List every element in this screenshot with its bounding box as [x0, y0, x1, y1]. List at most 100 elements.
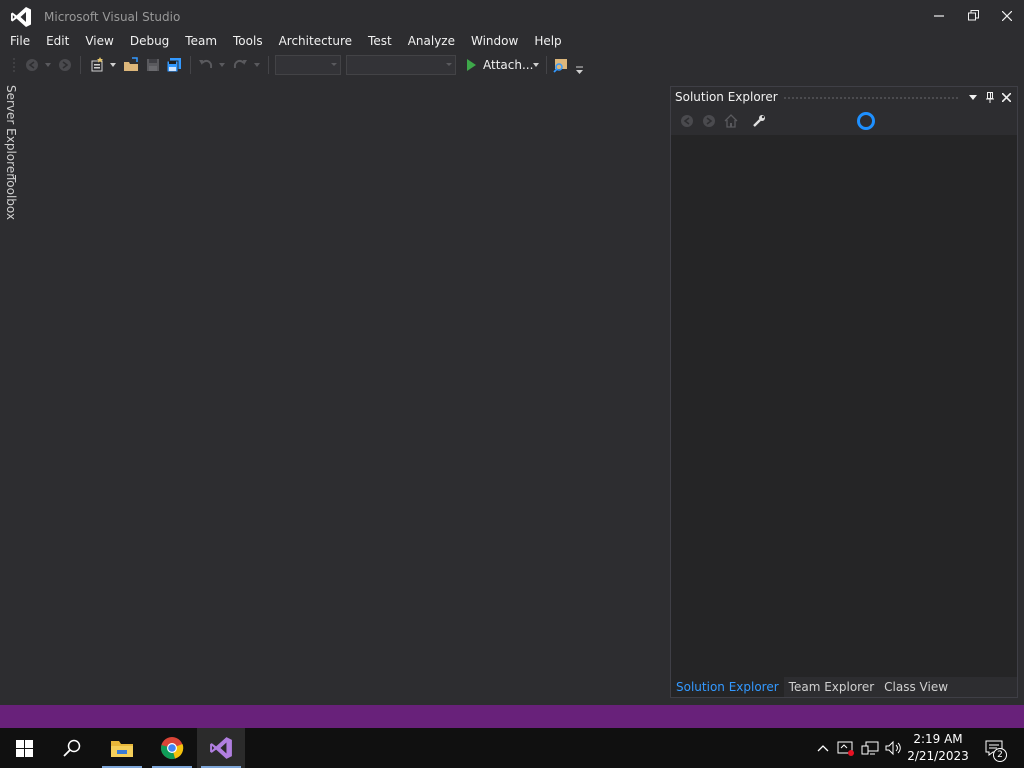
- home-icon: [724, 114, 738, 128]
- se-back-button[interactable]: [679, 113, 695, 129]
- tray-volume[interactable]: [884, 728, 904, 768]
- taskbar-visual-studio[interactable]: [197, 728, 245, 768]
- file-explorer-icon: [111, 741, 133, 757]
- solution-explorer-toolbar: [671, 107, 1017, 135]
- network-icon: [861, 741, 879, 755]
- server-explorer-tab[interactable]: Server Explorer: [4, 85, 18, 178]
- navigate-forward-button[interactable]: [57, 56, 73, 74]
- panel-drag-grip[interactable]: [783, 96, 959, 100]
- windows-start-icon: [15, 739, 33, 757]
- solution-explorer-tree[interactable]: [671, 135, 1017, 677]
- auto-hide-button[interactable]: [982, 89, 998, 105]
- start-icon: [467, 59, 476, 71]
- toolbar-separator: [268, 56, 269, 74]
- menu-file[interactable]: File: [2, 31, 38, 51]
- taskbar-clock[interactable]: 2:19 AM 2/21/2023: [902, 731, 974, 765]
- window-position-dropdown[interactable]: [965, 89, 981, 105]
- menu-help[interactable]: Help: [526, 31, 569, 51]
- undo-button[interactable]: [197, 56, 215, 74]
- back-dropdown[interactable]: [43, 56, 53, 74]
- menu-team[interactable]: Team: [177, 31, 225, 51]
- chevron-down-icon: [45, 63, 51, 67]
- toolbar-grip[interactable]: [10, 56, 18, 74]
- solution-configuration-combo[interactable]: [275, 55, 341, 75]
- title-bar: Microsoft Visual Studio: [0, 0, 1024, 31]
- menu-test[interactable]: Test: [360, 31, 400, 51]
- new-project-icon: [91, 57, 103, 72]
- chevron-down-icon: [219, 63, 225, 67]
- toolbar-options-dropdown[interactable]: [574, 61, 584, 79]
- tray-network[interactable]: [860, 728, 880, 768]
- forward-icon: [59, 59, 71, 71]
- save-button[interactable]: [144, 56, 162, 74]
- search-button[interactable]: [48, 728, 96, 768]
- new-project-button[interactable]: [88, 56, 106, 74]
- close-panel-button[interactable]: [998, 89, 1014, 105]
- solution-explorer-panel: Solution Explorer Solution Explorer Team…: [670, 86, 1018, 698]
- menu-bar: File Edit View Debug Team Tools Architec…: [0, 31, 1024, 51]
- restore-button[interactable]: [956, 0, 990, 31]
- toolbar-separator: [546, 56, 547, 74]
- toolbar-separator: [190, 56, 191, 74]
- tab-solution-explorer[interactable]: Solution Explorer: [671, 677, 784, 697]
- open-file-button[interactable]: [122, 56, 140, 74]
- clock-time: 2:19 AM: [913, 732, 963, 746]
- undo-dropdown[interactable]: [217, 56, 227, 74]
- tab-class-view[interactable]: Class View: [879, 677, 953, 697]
- menu-edit[interactable]: Edit: [38, 31, 77, 51]
- redo-icon: [233, 59, 247, 69]
- taskbar-chrome[interactable]: [148, 728, 196, 768]
- minimize-button[interactable]: [922, 0, 956, 31]
- se-home-button[interactable]: [723, 113, 739, 129]
- notification-count-badge: 2: [993, 748, 1007, 762]
- tray-security-status[interactable]: [836, 728, 856, 768]
- search-icon: [63, 739, 81, 757]
- redo-dropdown[interactable]: [252, 56, 262, 74]
- new-project-dropdown[interactable]: [108, 56, 118, 74]
- taskbar: 2:19 AM 2/21/2023 2: [0, 728, 1024, 768]
- status-bar: [0, 705, 1024, 728]
- action-center-button[interactable]: [980, 728, 1008, 768]
- start-debugging-button[interactable]: [463, 56, 479, 74]
- navigate-back-button[interactable]: [24, 56, 40, 74]
- minimize-icon: [934, 14, 944, 17]
- se-properties-button[interactable]: [751, 113, 767, 129]
- save-all-icon: [166, 58, 181, 73]
- find-in-files-button[interactable]: [552, 56, 570, 74]
- start-button[interactable]: [0, 728, 48, 768]
- close-icon: [1001, 92, 1011, 102]
- pin-icon: [986, 91, 994, 103]
- show-hidden-icons-button[interactable]: [814, 728, 832, 768]
- menu-window[interactable]: Window: [463, 31, 526, 51]
- close-button[interactable]: [990, 0, 1024, 31]
- loading-spinner-icon: [857, 112, 875, 130]
- restore-icon: [967, 10, 979, 21]
- chevron-down-icon: [969, 94, 977, 100]
- se-forward-button[interactable]: [701, 113, 717, 129]
- menu-view[interactable]: View: [77, 31, 121, 51]
- close-icon: [1002, 10, 1012, 21]
- clock-date: 2/21/2023: [907, 749, 969, 763]
- tab-team-explorer[interactable]: Team Explorer: [784, 677, 880, 697]
- chevron-down-icon: [110, 63, 116, 67]
- wrench-icon: [753, 115, 765, 127]
- security-warning-icon: [837, 741, 854, 756]
- save-all-button[interactable]: [165, 56, 183, 74]
- open-folder-icon: [124, 57, 138, 71]
- menu-debug[interactable]: Debug: [122, 31, 177, 51]
- attach-button[interactable]: Attach...: [483, 58, 533, 72]
- chevron-up-icon: [817, 745, 829, 752]
- menu-analyze[interactable]: Analyze: [400, 31, 463, 51]
- back-icon: [26, 59, 38, 71]
- chevron-down-icon: [533, 63, 539, 67]
- volume-icon: [885, 740, 901, 756]
- menu-architecture[interactable]: Architecture: [271, 31, 360, 51]
- toolbar-separator: [80, 56, 81, 74]
- taskbar-file-explorer[interactable]: [98, 728, 146, 768]
- redo-button[interactable]: [231, 56, 249, 74]
- left-tool-rail: Server Explorer Toolbox: [0, 80, 24, 700]
- chevron-down-icon: [446, 63, 452, 66]
- solution-platform-combo[interactable]: [346, 55, 456, 75]
- menu-tools[interactable]: Tools: [225, 31, 271, 51]
- toolbox-tab[interactable]: Toolbox: [4, 175, 18, 220]
